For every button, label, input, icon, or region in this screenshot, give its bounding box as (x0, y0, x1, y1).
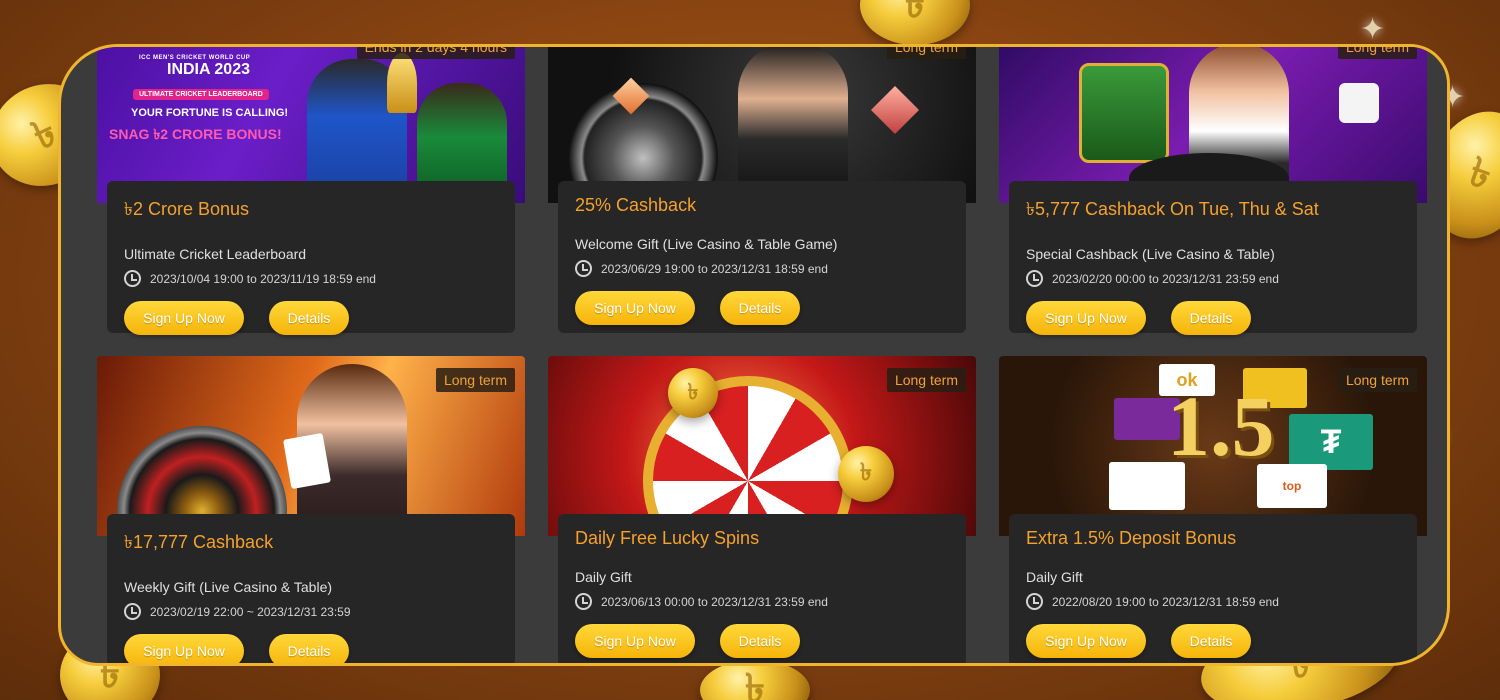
promo-title: Extra 1.5% Deposit Bonus (1026, 528, 1237, 548)
details-button[interactable]: Details (269, 301, 349, 335)
promo-banner[interactable]: ICC MEN'S CRICKET WORLD CUP INDIA 2023 U… (97, 47, 525, 203)
coin-icon: ৳ (860, 0, 970, 45)
clock-icon (124, 270, 141, 287)
status-badge: Long term (886, 47, 966, 59)
coin-icon: ৳ (700, 660, 810, 700)
sparkle-icon: ✦ (1360, 13, 1386, 46)
clock-icon (575, 260, 592, 277)
promotions-panel: ICC MEN'S CRICKET WORLD CUP INDIA 2023 U… (58, 44, 1450, 666)
coin-icon: ৳ (838, 446, 894, 502)
banner-line-2: SNAG ৳2 CRORE BONUS! (109, 126, 282, 142)
status-badge: Long term (435, 368, 515, 392)
promo-subtitle: Ultimate Cricket Leaderboard (124, 246, 307, 262)
sign-up-button[interactable]: Sign Up Now (124, 301, 244, 335)
promo-card-body: 25% Cashback Welcome Gift (Live Casino &… (558, 181, 966, 333)
tether-logo: ₮ (1289, 414, 1373, 470)
status-badge: Long term (886, 368, 966, 392)
promo-subtitle: Weekly Gift (Live Casino & Table) (124, 579, 333, 595)
promo-card-body: ৳5,777 Cashback On Tue, Thu & Sat Specia… (1009, 181, 1417, 335)
slot-machine-image (1079, 63, 1169, 163)
banner-big-number: 1.5 (1167, 378, 1275, 474)
promo-subtitle: Daily Gift (1026, 569, 1083, 585)
promo-card-body: ৳2 Crore Bonus Ultimate Cricket Leaderbo… (107, 181, 515, 335)
coin-icon: ৳ (668, 368, 718, 418)
gem-icon (870, 85, 920, 135)
banner-badge: ULTIMATE CRICKET LEADERBOARD (133, 89, 269, 100)
clock-icon (1026, 593, 1043, 610)
dice-icon (1339, 83, 1379, 123)
promo-banner[interactable] (999, 47, 1427, 203)
details-button[interactable]: Details (1171, 301, 1251, 335)
status-badge: Long term (1337, 47, 1417, 59)
promo-title: ৳5,777 Cashback On Tue, Thu & Sat (1026, 199, 1319, 219)
promo-date-text: 2023/06/29 19:00 to 2023/12/31 18:59 end (601, 261, 828, 276)
promo-card-body: ৳17,777 Cashback Weekly Gift (Live Casin… (107, 514, 515, 663)
promo-subtitle: Welcome Gift (Live Casino & Table Game) (575, 236, 838, 252)
woman-image (738, 47, 848, 203)
status-badge: Ends in 2 days 4 hours (356, 47, 515, 59)
sign-up-button[interactable]: Sign Up Now (575, 291, 695, 325)
promo-card-body: Daily Free Lucky Spins Daily Gift 2023/0… (558, 514, 966, 663)
banner-line-1: YOUR FORTUNE IS CALLING! (131, 107, 289, 119)
promo-date-text: 2023/02/20 00:00 to 2023/12/31 23:59 end (1052, 271, 1279, 286)
promo-subtitle: Daily Gift (575, 569, 632, 585)
promo-date-text: 2023/02/19 22:00 ~ 2023/12/31 23:59 (150, 604, 351, 619)
details-button[interactable]: Details (1171, 624, 1251, 658)
promo-title: ৳17,777 Cashback (124, 532, 274, 552)
clock-icon (1026, 270, 1043, 287)
clock-icon (575, 593, 592, 610)
promo-card: Long term ৳17,777 Cashback Weekly Gift (… (97, 356, 525, 663)
promo-card: ICC MEN'S CRICKET WORLD CUP INDIA 2023 U… (97, 47, 525, 335)
banner-event: INDIA 2023 (167, 61, 250, 78)
promo-subtitle: Special Cashback (Live Casino & Table) (1026, 246, 1275, 262)
sign-up-button[interactable]: Sign Up Now (575, 624, 695, 658)
sign-up-button[interactable]: Sign Up Now (1026, 624, 1146, 658)
status-badge: Long term (1337, 368, 1417, 392)
clock-icon (124, 603, 141, 620)
details-button[interactable]: Details (269, 634, 349, 663)
promo-date-text: 2022/08/20 19:00 to 2023/12/31 18:59 end (1052, 594, 1279, 609)
details-button[interactable]: Details (720, 291, 800, 325)
promo-card-body: Extra 1.5% Deposit Bonus Daily Gift 2022… (1009, 514, 1417, 663)
promo-card: Long term 25% Cashback Welcome Gift (Liv… (548, 47, 976, 335)
promo-date: 2023/02/19 22:00 ~ 2023/12/31 23:59 (124, 603, 498, 620)
promo-date: 2023/06/29 19:00 to 2023/12/31 18:59 end (575, 260, 949, 277)
promo-date-text: 2023/10/04 19:00 to 2023/11/19 18:59 end (150, 271, 376, 286)
promo-date-text: 2023/06/13 00:00 to 2023/12/31 23:59 end (601, 594, 828, 609)
promo-banner[interactable] (548, 47, 976, 203)
promo-date: 2023/02/20 00:00 to 2023/12/31 23:59 end (1026, 270, 1400, 287)
trophy-icon (387, 53, 417, 113)
promo-card: ৳ ৳ Long term Daily Free Lucky Spins Dai… (548, 356, 976, 663)
promo-title: 25% Cashback (575, 195, 697, 215)
promo-card: ok ₮ top 1.5 Long term Extra 1.5% Deposi… (999, 356, 1427, 663)
promo-title: Daily Free Lucky Spins (575, 528, 760, 548)
promo-date: 2023/10/04 19:00 to 2023/11/19 18:59 end (124, 270, 498, 287)
promo-title: ৳2 Crore Bonus (124, 199, 250, 219)
promo-card: Long term ৳5,777 Cashback On Tue, Thu & … (999, 47, 1427, 335)
details-button[interactable]: Details (720, 624, 800, 658)
promo-date: 2022/08/20 19:00 to 2023/12/31 18:59 end (1026, 593, 1400, 610)
sign-up-button[interactable]: Sign Up Now (1026, 301, 1146, 335)
promo-date: 2023/06/13 00:00 to 2023/12/31 23:59 end (575, 593, 949, 610)
playing-cards-image (282, 432, 332, 490)
sign-up-button[interactable]: Sign Up Now (124, 634, 244, 663)
